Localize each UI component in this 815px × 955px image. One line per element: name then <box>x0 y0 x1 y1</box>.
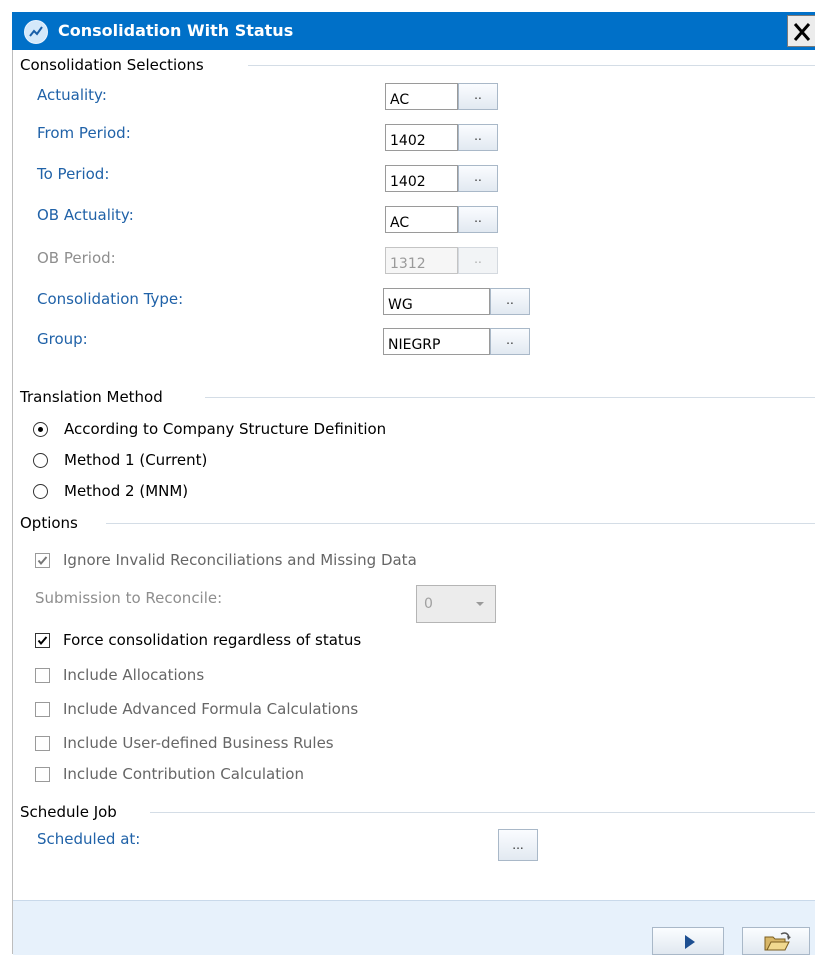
divider <box>150 812 815 813</box>
chevron-down-icon <box>476 602 484 606</box>
checkmark-icon <box>37 556 48 566</box>
section-consolidation-selections: Consolidation Selections <box>20 56 204 74</box>
radio-label-method-2[interactable]: Method 2 (MNM) <box>64 482 188 500</box>
to-period-label: To Period: <box>37 165 110 183</box>
divider <box>248 65 815 66</box>
label-ignore-invalid: Ignore Invalid Reconciliations and Missi… <box>63 551 417 569</box>
from-period-input[interactable]: 1402 <box>385 124 458 151</box>
actuality-input[interactable]: AC <box>385 83 458 110</box>
open-button[interactable] <box>742 927 810 955</box>
checkbox-advanced-formula[interactable] <box>35 702 50 717</box>
ob-actuality-label: OB Actuality: <box>37 206 134 224</box>
radio-company-structure[interactable] <box>33 422 48 437</box>
radio-selected-dot <box>38 427 43 432</box>
label-user-rules[interactable]: Include User-defined Business Rules <box>63 734 334 752</box>
close-icon <box>793 23 811 41</box>
from-period-label: From Period: <box>37 124 131 142</box>
from-period-browse-button[interactable]: .. <box>458 124 498 151</box>
submission-select: 0 <box>416 585 496 623</box>
label-advanced-formula[interactable]: Include Advanced Formula Calculations <box>63 700 358 718</box>
submission-value: 0 <box>424 596 433 612</box>
checkbox-user-rules[interactable] <box>35 736 50 751</box>
divider <box>106 523 815 524</box>
schedule-browse-button[interactable]: ... <box>498 829 538 861</box>
submission-label: Submission to Reconcile: <box>35 589 223 607</box>
run-button[interactable] <box>652 927 724 955</box>
radio-method-1[interactable] <box>33 453 48 468</box>
consolidation-type-label: Consolidation Type: <box>37 290 184 308</box>
checkbox-contribution[interactable] <box>35 767 50 782</box>
label-force-consolidation[interactable]: Force consolidation regardless of status <box>63 631 361 649</box>
radio-label-company-structure[interactable]: According to Company Structure Definitio… <box>64 420 386 438</box>
group-input[interactable]: NIEGRP <box>383 328 490 355</box>
checkmark-icon <box>37 636 48 646</box>
checkbox-ignore-invalid <box>35 553 50 568</box>
section-schedule-job: Schedule Job <box>20 803 117 821</box>
close-button[interactable] <box>787 15 815 47</box>
actuality-browse-button[interactable]: .. <box>458 83 498 110</box>
section-options: Options <box>20 514 78 532</box>
ob-period-input: 1312 <box>385 247 458 274</box>
checkbox-force-consolidation[interactable] <box>35 633 50 648</box>
radio-method-2[interactable] <box>33 484 48 499</box>
section-translation-method: Translation Method <box>20 388 163 406</box>
divider <box>205 397 815 398</box>
consolidation-type-browse-button[interactable]: .. <box>490 288 530 315</box>
ob-period-browse-button: .. <box>458 247 498 274</box>
window-border <box>12 50 13 954</box>
ob-period-label: OB Period: <box>37 249 116 267</box>
to-period-input[interactable]: 1402 <box>385 165 458 192</box>
open-folder-icon <box>764 932 791 951</box>
radio-label-method-1[interactable]: Method 1 (Current) <box>64 451 207 469</box>
title-bar: Consolidation With Status <box>12 12 815 50</box>
ob-actuality-input[interactable]: AC <box>385 206 458 233</box>
label-contribution[interactable]: Include Contribution Calculation <box>63 765 304 783</box>
group-browse-button[interactable]: .. <box>490 328 530 355</box>
label-include-allocations[interactable]: Include Allocations <box>63 666 204 684</box>
checkbox-include-allocations[interactable] <box>35 668 50 683</box>
group-label: Group: <box>37 330 88 348</box>
play-icon <box>685 935 695 949</box>
window-title: Consolidation With Status <box>58 21 294 40</box>
chart-icon <box>24 20 48 44</box>
to-period-browse-button[interactable]: .. <box>458 165 498 192</box>
scheduled-at-label: Scheduled at: <box>37 830 141 848</box>
actuality-label: Actuality: <box>37 86 107 104</box>
ob-actuality-browse-button[interactable]: .. <box>458 206 498 233</box>
consolidation-type-input[interactable]: WG <box>383 288 490 315</box>
